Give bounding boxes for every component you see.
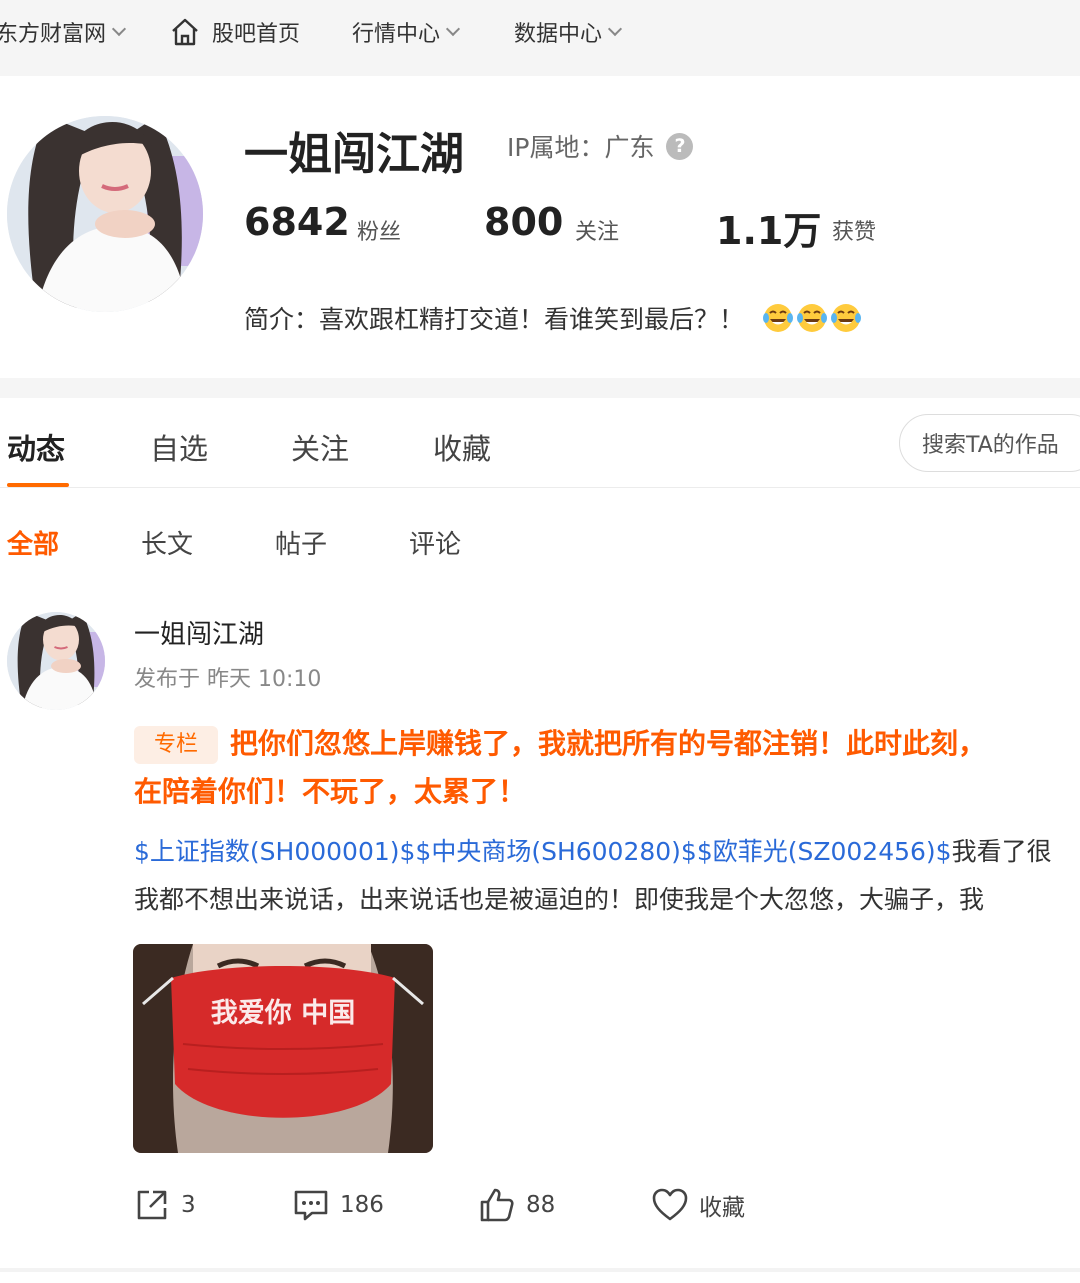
nav-market-center-label: 行情中心	[352, 22, 441, 47]
nav-eastmoney[interactable]: 东方财富网	[0, 16, 127, 48]
tab-watchlist[interactable]: 自选	[150, 426, 208, 468]
comment-count: 186	[340, 1192, 384, 1218]
search-works-placeholder: 搜索TA的作品	[922, 433, 1059, 458]
ip-location: IP属地：广东 ?	[507, 128, 694, 164]
post-body-line: 我都不想出来说话，出来说话也是被逼迫的！即使我是个大忽悠，大骗子，我	[134, 876, 1080, 924]
column-tag-badge: 专栏	[134, 726, 219, 764]
post-title-line: 专栏 把你们忽悠上岸赚钱了，我就把所有的号都注销！此时此刻，	[134, 720, 1080, 768]
chevron-down-icon	[607, 21, 623, 37]
subtab-all[interactable]: 全部	[7, 524, 59, 561]
thumbs-up-icon	[480, 1188, 514, 1222]
favorite-label: 收藏	[699, 1195, 745, 1221]
search-works-input[interactable]: 搜索TA的作品	[899, 414, 1080, 472]
followers-label: 粉丝	[357, 220, 402, 245]
post-timestamp: 发布于 昨天 10:10	[134, 667, 322, 692]
post-title-line: 在陪着你们！不玩了，太累了！	[134, 768, 1080, 816]
post-title-text-1: 把你们忽悠上岸赚钱了，我就把所有的号都注销！此时此刻，	[230, 727, 987, 760]
ip-location-label: IP属地：广东	[507, 133, 655, 162]
tabs-divider	[0, 487, 1080, 488]
like-count: 88	[526, 1192, 556, 1218]
chevron-down-icon	[111, 21, 127, 37]
bio-text: 简介：喜欢跟杠精打交道！看谁笑到最后？！	[244, 305, 745, 334]
subtab-long-article[interactable]: 长文	[141, 524, 193, 561]
section-divider	[0, 378, 1080, 398]
share-icon	[137, 1190, 167, 1220]
heart-icon	[652, 1188, 688, 1221]
post-body[interactable]: $上证指数(SH000001)$$中央商场(SH600280)$$欧菲光(SZ0…	[134, 828, 1080, 924]
post-image[interactable]: 我爱你 中国	[133, 944, 433, 1153]
laughing-tears-emoji-icon	[763, 304, 794, 332]
avatar-image	[7, 116, 203, 312]
share-count: 3	[181, 1192, 196, 1218]
post-divider	[0, 1268, 1080, 1272]
mask-text: 我爱你 中国	[211, 998, 355, 1029]
post-author-avatar[interactable]	[7, 612, 105, 710]
nav-eastmoney-label: 东方财富网	[0, 22, 107, 47]
followers-count[interactable]: 6842	[244, 200, 350, 244]
likes-count: 1.1万	[716, 209, 822, 253]
nav-data-center-label: 数据中心	[514, 22, 603, 47]
face-mask-photo: 我爱你 中国	[133, 944, 433, 1153]
likes-label: 获赞	[832, 220, 877, 245]
post-body-text-2: 我都不想出来说话，出来说话也是被逼迫的！即使我是个大忽悠，大骗子，我	[134, 885, 985, 914]
post-body-line: $上证指数(SH000001)$$中央商场(SH600280)$$欧菲光(SZ0…	[134, 828, 1080, 876]
top-nav-bar: 东方财富网 股吧首页 行情中心 数据中心	[0, 0, 1080, 76]
like-button[interactable]: 88	[478, 1186, 555, 1224]
comment-button[interactable]: 186	[292, 1186, 384, 1224]
nav-guba-home-label: 股吧首页	[212, 22, 301, 47]
nav-guba-home[interactable]: 股吧首页	[170, 16, 300, 48]
nav-market-center[interactable]: 行情中心	[352, 16, 461, 48]
stock-links[interactable]: $上证指数(SH000001)$$中央商场(SH600280)$$欧菲光(SZ0…	[134, 837, 952, 866]
help-icon[interactable]: ?	[666, 132, 694, 160]
subtab-posts[interactable]: 帖子	[275, 524, 327, 561]
tab-following[interactable]: 关注	[291, 426, 349, 468]
laughing-tears-emoji-icon	[797, 304, 828, 332]
post-title[interactable]: 专栏 把你们忽悠上岸赚钱了，我就把所有的号都注销！此时此刻， 在陪着你们！不玩了，…	[134, 720, 1080, 816]
subtab-comments[interactable]: 评论	[409, 524, 461, 561]
home-icon	[172, 18, 198, 46]
comment-icon	[294, 1190, 328, 1221]
profile-username: 一姐闯江湖	[244, 129, 464, 180]
chevron-down-icon	[445, 21, 461, 37]
tab-dynamics[interactable]: 动态	[7, 426, 65, 468]
following-label: 关注	[575, 220, 620, 245]
favorite-button[interactable]: 收藏	[651, 1186, 745, 1224]
nav-data-center[interactable]: 数据中心	[514, 16, 623, 48]
post-author-name[interactable]: 一姐闯江湖	[134, 614, 264, 651]
following-count[interactable]: 800	[484, 200, 563, 244]
share-button[interactable]: 3	[133, 1186, 196, 1224]
profile-avatar[interactable]	[7, 116, 203, 312]
post-body-text-1: 我看了很	[951, 837, 1052, 866]
laughing-tears-emoji-icon	[831, 304, 862, 332]
avatar-image	[7, 612, 105, 710]
post-title-text-2: 在陪着你们！不玩了，太累了！	[134, 775, 527, 808]
profile-bio: 简介：喜欢跟杠精打交道！看谁笑到最后？！	[244, 300, 862, 336]
tab-favorites[interactable]: 收藏	[433, 426, 491, 468]
